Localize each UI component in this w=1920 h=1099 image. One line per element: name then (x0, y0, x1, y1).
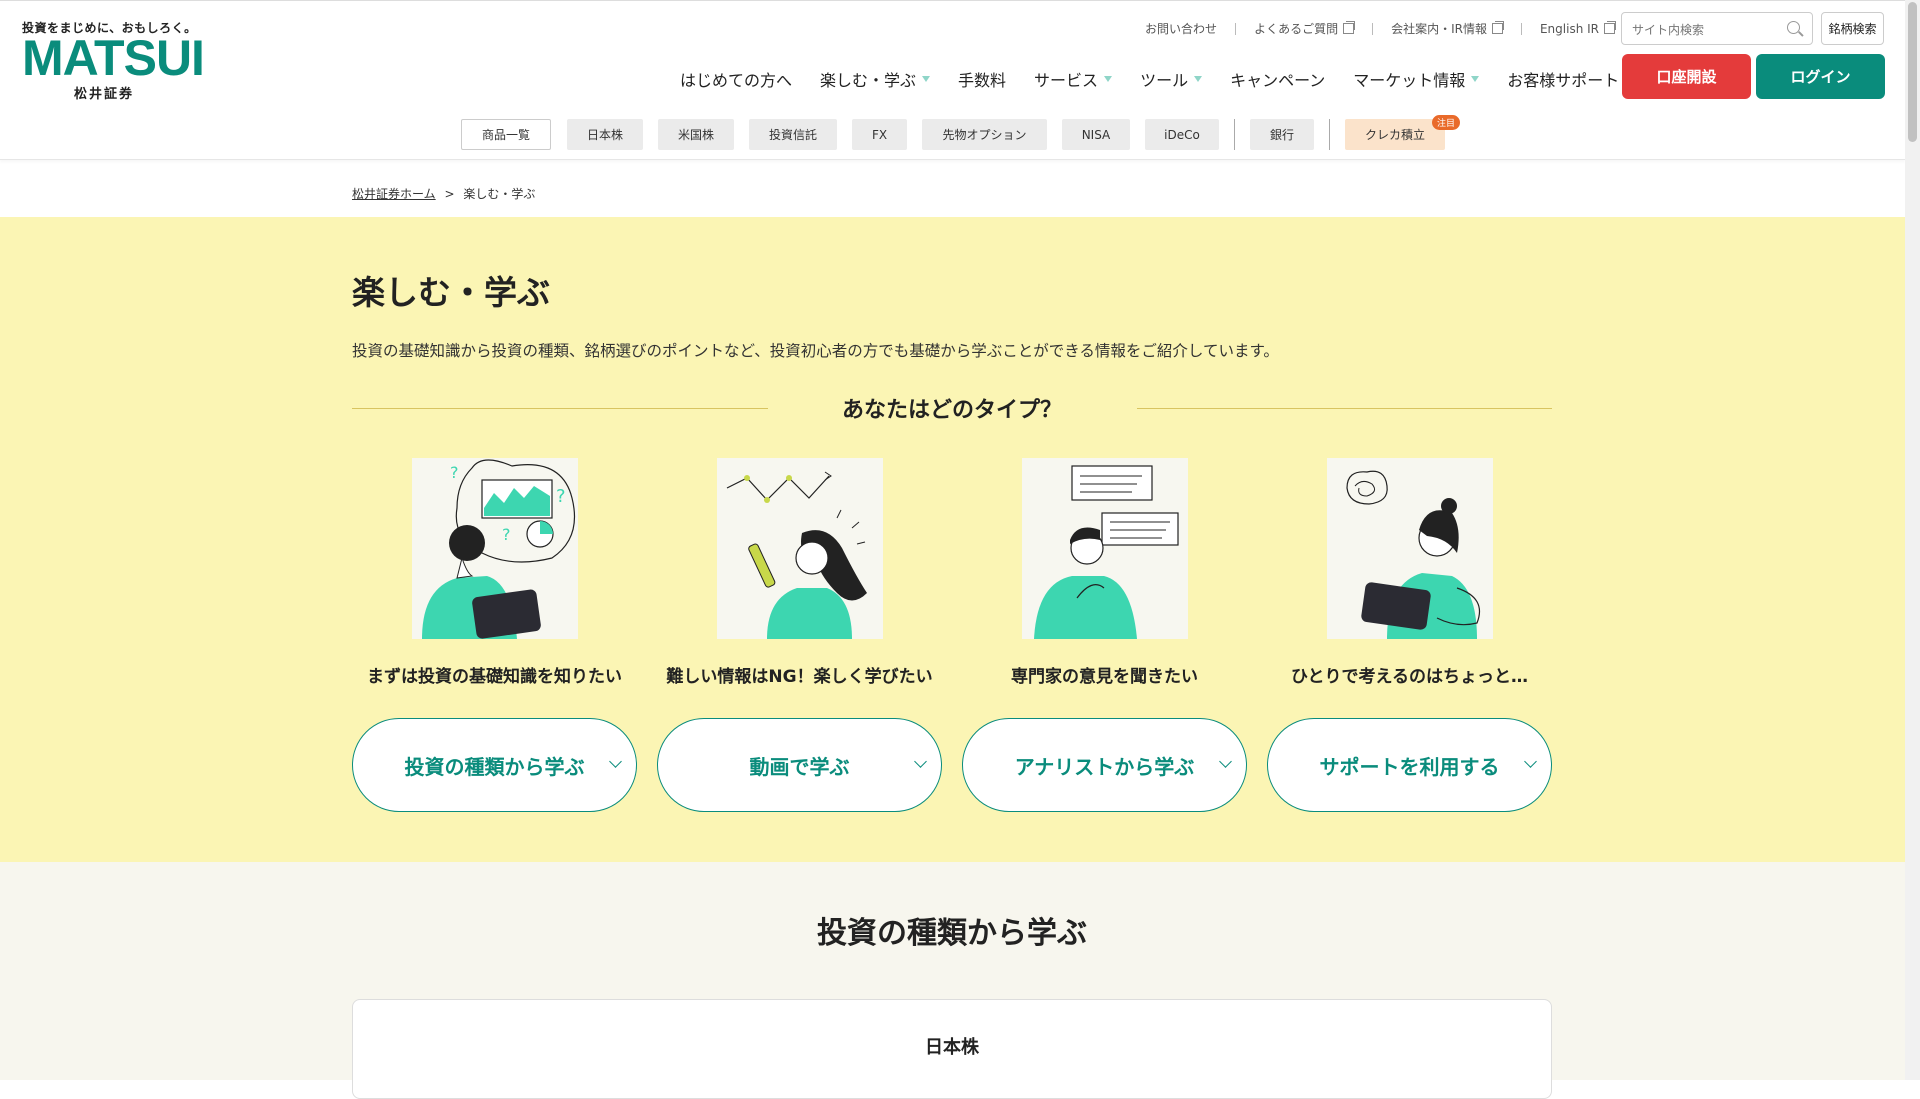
japan-stocks-card[interactable]: 日本株 (352, 999, 1552, 1099)
subnav-all-products[interactable]: 商品一覧 (461, 119, 551, 150)
chevron-down-icon (914, 755, 927, 768)
main-nav: はじめての方へ 楽しむ・学ぶ 手数料 サービス ツール キャンペーン マーケット… (680, 67, 1661, 91)
logo-japanese-name: 松井証券 (74, 87, 135, 102)
subnav-us-stocks[interactable]: 米国株 (658, 119, 734, 150)
heading-rule-left (352, 408, 768, 409)
nav-learn[interactable]: 楽しむ・学ぶ (820, 67, 931, 91)
util-divider (1520, 22, 1522, 35)
nav-tools[interactable]: ツール (1140, 67, 1203, 91)
login-button[interactable]: ログイン (1756, 54, 1885, 99)
woman-with-laptop-illustration (1327, 458, 1493, 639)
subnav-divider (1329, 119, 1330, 150)
site-search-input[interactable] (1630, 19, 1784, 41)
subnav-bank[interactable]: 銀行 (1250, 119, 1314, 150)
page-description: 投資の基礎知識から投資の種類、銘柄選びのポイントなど、投資初心者の方でも基礎から… (352, 342, 1279, 360)
chevron-down-icon (1524, 755, 1537, 768)
nav-services[interactable]: サービス (1034, 67, 1113, 91)
page-scrollbar[interactable] (1905, 0, 1920, 1080)
matsui-logo[interactable]: 投資をまじめに、おもしろく。 MATSUI 松井証券 (22, 19, 205, 102)
thinking-person-laptop-illustration: ? ? ? (412, 458, 578, 639)
logo-wordmark: MATSUI (22, 30, 205, 86)
util-divider (1235, 22, 1237, 35)
investment-types-section: 投資の種類から学ぶ 日本株 (0, 862, 1905, 1099)
svg-text:?: ? (450, 463, 459, 482)
caret-down-icon (1104, 76, 1113, 82)
page-title: 楽しむ・学ぶ (352, 273, 550, 312)
breadcrumb-home-link[interactable]: 松井証券ホーム (352, 187, 436, 201)
section-title: 投資の種類から学ぶ (817, 916, 1087, 951)
learn-from-analysts-button[interactable]: アナリストから学ぶ (962, 718, 1247, 812)
nav-market-info[interactable]: マーケット情報 (1353, 67, 1480, 91)
subnav-divider (1234, 119, 1235, 150)
scrollbar-thumb[interactable] (1908, 2, 1917, 142)
use-support-button[interactable]: サポートを利用する (1267, 718, 1552, 812)
external-link-icon (1491, 21, 1504, 34)
type-caption: ひとりで考えるのはちょっと… (1291, 667, 1528, 687)
product-sub-nav: 商品一覧 日本株 米国株 投資信託 FX 先物オプション NISA iDeCo … (0, 110, 1905, 160)
nav-fees[interactable]: 手数料 (958, 67, 1006, 91)
site-search-box (1621, 12, 1813, 45)
caret-down-icon (1471, 76, 1480, 82)
learn-by-investment-type-button[interactable]: 投資の種類から学ぶ (352, 718, 637, 812)
faq-link[interactable]: よくあるご質問 (1254, 20, 1356, 37)
nav-campaign[interactable]: キャンペーン (1230, 67, 1325, 91)
card-title: 日本株 (925, 1037, 979, 1058)
contact-link[interactable]: お問い合わせ (1145, 20, 1217, 37)
search-icon[interactable] (1787, 21, 1800, 34)
breadcrumb: 松井証券ホーム > 楽しむ・学ぶ (352, 185, 535, 202)
caret-down-icon (922, 76, 931, 82)
external-link-icon (1343, 21, 1356, 34)
subnav-mutual-funds[interactable]: 投資信託 (749, 119, 837, 150)
company-ir-link[interactable]: 会社案内・IR情報 (1391, 20, 1504, 37)
subnav-futures-options[interactable]: 先物オプション (922, 119, 1047, 150)
stock-search-button[interactable]: 銘柄検索 (1821, 12, 1884, 45)
external-link-icon (1604, 21, 1616, 34)
featured-badge: 注目 (1432, 115, 1461, 130)
man-with-speech-bubbles-illustration (1022, 458, 1188, 639)
nav-support[interactable]: お客様サポート (1507, 67, 1634, 91)
type-caption: 専門家の意見を聞きたい (1011, 667, 1198, 687)
nav-beginners[interactable]: はじめての方へ (680, 67, 792, 91)
type-question-heading: あなたはどのタイプ？ (841, 398, 1062, 423)
chevron-down-icon (1219, 755, 1232, 768)
subnav-japan-stocks[interactable]: 日本株 (567, 119, 643, 150)
site-header: 投資をまじめに、おもしろく。 MATSUI 松井証券 お問い合わせ よくあるご質… (0, 0, 1905, 112)
svg-text:?: ? (556, 486, 566, 507)
heading-rule-right (1137, 408, 1552, 409)
utility-nav: お問い合わせ よくあるご質問 会社案内・IR情報 English IR (1145, 20, 1616, 37)
english-ir-link[interactable]: English IR (1540, 21, 1616, 36)
type-caption: まずは投資の基礎知識を知りたい (367, 667, 622, 687)
subnav-ideco[interactable]: iDeCo (1145, 119, 1219, 150)
breadcrumb-current: 楽しむ・学ぶ (463, 187, 536, 201)
util-divider (1372, 22, 1374, 35)
subnav-nisa[interactable]: NISA (1062, 119, 1130, 150)
woman-with-pen-illustration (717, 458, 883, 639)
svg-text:?: ? (502, 525, 511, 544)
subnav-fx[interactable]: FX (852, 119, 907, 150)
breadcrumb-separator: > (444, 187, 455, 201)
chevron-down-icon (609, 755, 622, 768)
caret-down-icon (1194, 76, 1203, 82)
hero-section: 楽しむ・学ぶ 投資の基礎知識から投資の種類、銘柄選びのポイントなど、投資初心者の… (0, 217, 1905, 862)
open-account-button[interactable]: 口座開設 (1622, 54, 1751, 99)
learn-by-video-button[interactable]: 動画で学ぶ (657, 718, 942, 812)
subnav-credit-card-investing[interactable]: クレカ積立 (1345, 119, 1445, 150)
type-caption: 難しい情報はNG！楽しく学びたい (666, 667, 933, 687)
